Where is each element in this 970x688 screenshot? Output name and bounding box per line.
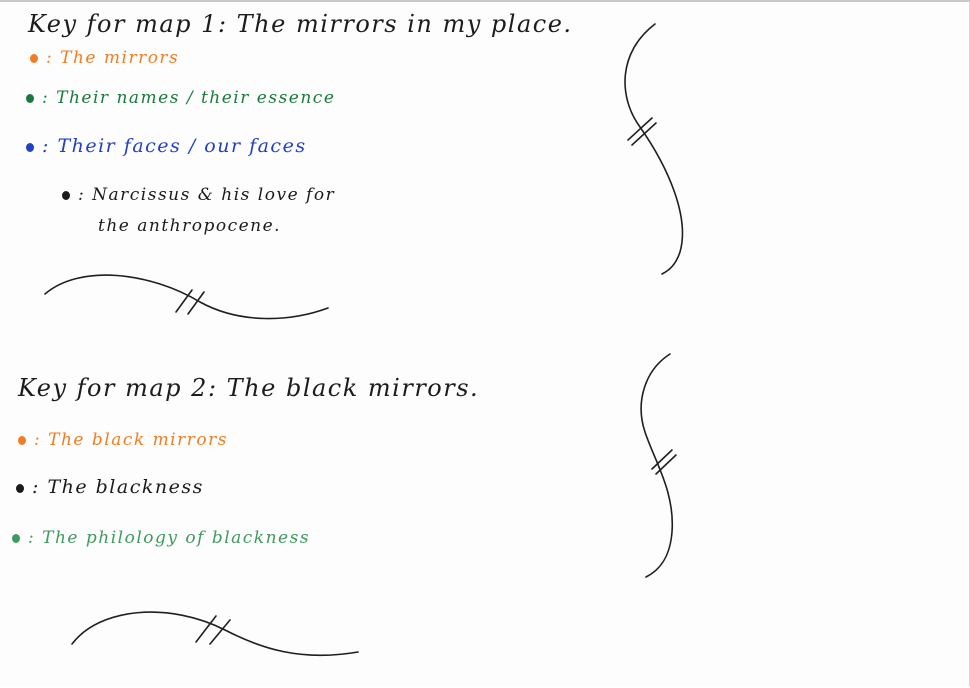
divider-tick	[209, 619, 231, 645]
bracket-stroke-top-right	[624, 23, 684, 275]
pen-strokes	[44, 23, 684, 657]
bracket-tick	[651, 449, 673, 470]
scanned-sheet: Key for map 1: The mirrors in my place. …	[0, 0, 970, 686]
bracket-tick	[655, 454, 677, 475]
